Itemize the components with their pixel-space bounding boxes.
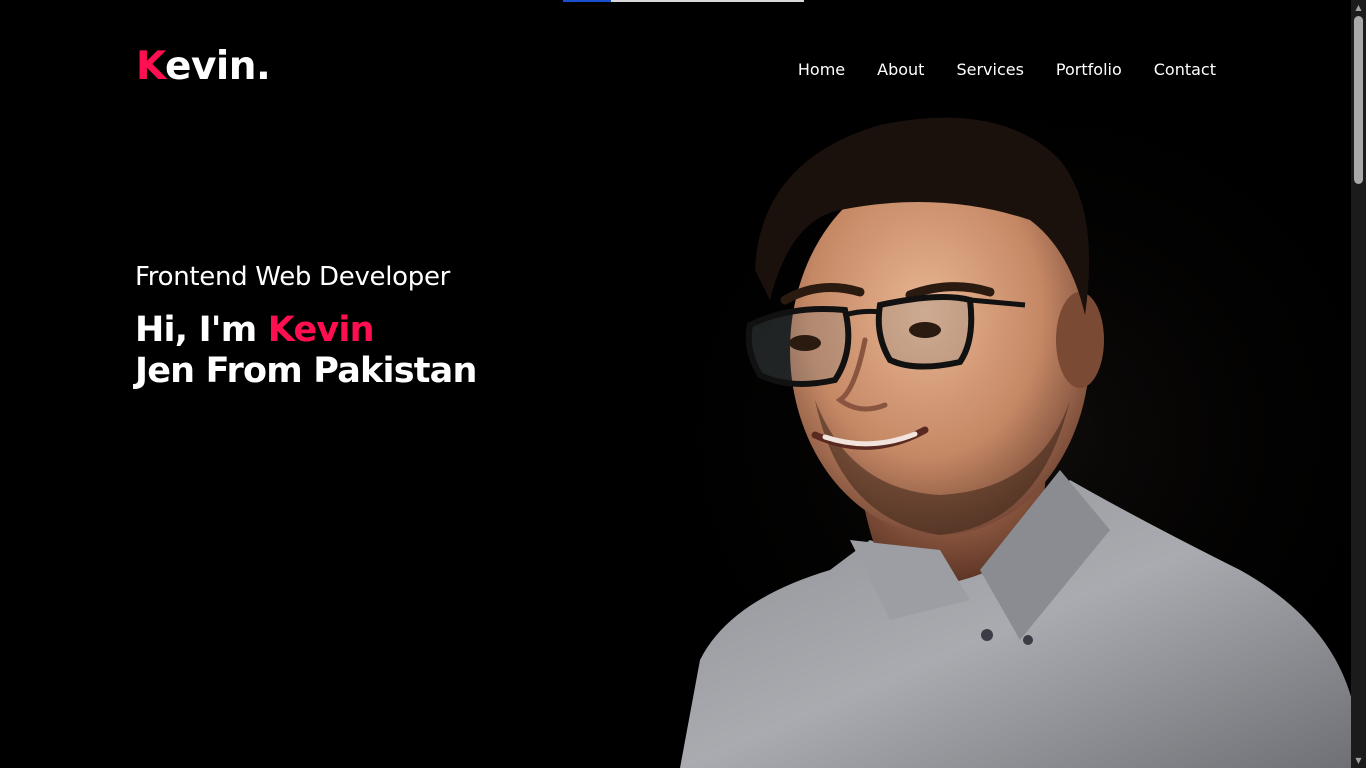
page: Kevin. Home About Services Portfolio Con…	[0, 0, 1366, 768]
hero-greeting-prefix: Hi, I'm	[135, 310, 268, 350]
scroll-down-icon[interactable]: ▼	[1351, 753, 1366, 768]
nav-home-link[interactable]: Home	[798, 60, 845, 79]
hero-headline: Hi, I'm Kevin Jen From Pakistan	[135, 310, 477, 392]
scroll-progress-fill	[563, 0, 612, 2]
hero-portrait-image	[640, 100, 1352, 768]
nav-contact-link[interactable]: Contact	[1154, 60, 1216, 79]
nav-services-link[interactable]: Services	[956, 60, 1023, 79]
logo-rest: evin.	[165, 44, 271, 89]
vertical-scrollbar[interactable]: ▲ ▼	[1351, 0, 1366, 768]
hero-headline-line2: Jen From Pakistan	[135, 351, 477, 391]
hero-greeting-name: Kevin	[267, 310, 375, 350]
hero-headline-line1: Hi, I'm Kevin	[135, 310, 477, 351]
nav-about-link[interactable]: About	[877, 60, 924, 79]
main-nav: Home About Services Portfolio Contact	[798, 60, 1216, 79]
site-logo[interactable]: Kevin.	[136, 44, 271, 89]
nav-portfolio-link[interactable]: Portfolio	[1056, 60, 1122, 79]
hero-subtitle: Frontend Web Developer	[135, 262, 451, 292]
logo-accent-letter: K	[136, 44, 166, 89]
scroll-progress-bar	[563, 0, 804, 2]
scroll-up-icon[interactable]: ▲	[1351, 0, 1366, 15]
scrollbar-thumb[interactable]	[1354, 16, 1363, 184]
